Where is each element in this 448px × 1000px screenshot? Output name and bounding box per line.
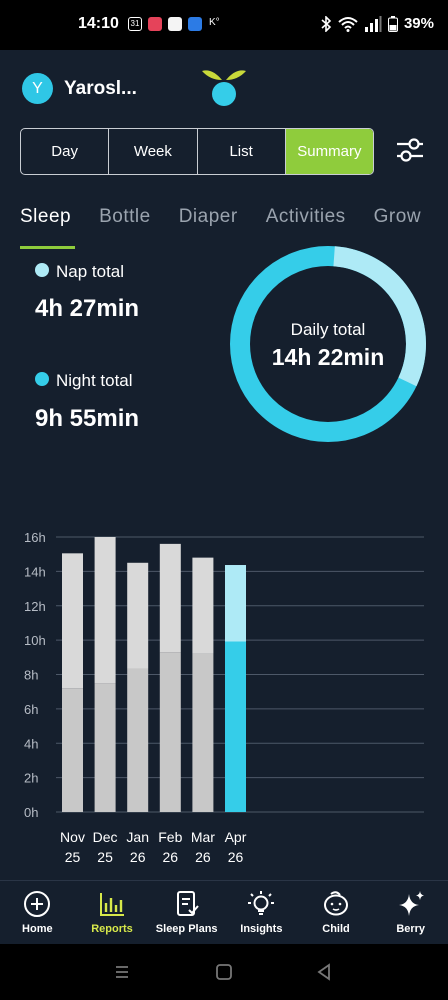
nav-home[interactable]: Home [0, 881, 75, 944]
child-avatar[interactable]: Y [22, 73, 53, 104]
y-tick-label: 4h [24, 736, 38, 751]
nav-sleep-plans[interactable]: Sleep Plans [149, 881, 224, 944]
bar-nap [127, 562, 149, 669]
bar-night [94, 683, 116, 812]
tab-bottle[interactable]: Bottle [99, 206, 151, 228]
view-summary-button[interactable]: Summary [285, 129, 373, 174]
signal-icon [364, 15, 382, 32]
y-tick-label: 14h [24, 564, 46, 579]
monthly-sleep-chart: 0h 2h 4h 6h 8h 10h 12h 14h 16h Nov 25 Dec 25 Jan 26 Feb… [24, 530, 424, 865]
nap-total-value: 4h 27min [35, 295, 140, 322]
nav-insights[interactable]: Insights [224, 881, 299, 944]
nav-berry[interactable]: Berry [373, 881, 448, 944]
bar-night [192, 653, 214, 812]
x-tick-month: Apr [225, 829, 247, 845]
x-tick-year: 25 [65, 849, 81, 865]
y-tick-label: 12h [24, 599, 46, 614]
app-notification-icon [148, 17, 162, 31]
extra-notification-icon: K° [209, 17, 220, 28]
x-tick-month: Jan [126, 829, 149, 845]
home-plus-icon [24, 891, 51, 917]
tab-diaper[interactable]: Diaper [179, 206, 238, 228]
x-tick-month: Mar [191, 829, 215, 845]
bar-night [127, 668, 149, 812]
view-week-button[interactable]: Week [109, 129, 198, 174]
bottom-navigation: Home Reports Sleep Plans Insights Child … [0, 880, 448, 944]
reports-screen: Y Yarosl... Day Week List Summary Sleep … [0, 50, 448, 880]
daily-total-value: 14h 22min [271, 344, 385, 370]
sleep-plans-icon [176, 891, 199, 916]
x-tick-year: 26 [163, 849, 179, 865]
night-total-label: Night total [56, 371, 133, 390]
y-tick-label: 6h [24, 702, 38, 717]
y-tick-label: 16h [24, 530, 46, 545]
calendar-notification-icon: 31 [128, 17, 142, 31]
bar-night [225, 641, 246, 812]
insights-bulb-icon [248, 891, 275, 915]
nav-berry-label: Berry [396, 923, 426, 935]
bar-night [62, 688, 83, 812]
nav-home-label: Home [22, 923, 53, 935]
bar-nap [192, 557, 214, 654]
y-tick-label: 2h [24, 771, 38, 786]
x-tick-month: Dec [93, 829, 118, 845]
recent-apps-icon[interactable] [114, 964, 130, 980]
category-tabs: Sleep Bottle Diaper Activities Grow [20, 206, 448, 228]
child-name[interactable]: Yarosl... [64, 78, 137, 100]
berry-sparkle-icon [398, 891, 424, 916]
bar-nap [62, 553, 83, 689]
app-notification-icon [168, 17, 182, 31]
bar-nap [225, 565, 246, 642]
view-selector: Day Week List Summary [20, 128, 374, 175]
home-system-icon[interactable] [215, 963, 233, 981]
view-list-button[interactable]: List [198, 129, 286, 174]
wifi-icon [338, 16, 358, 32]
nap-legend-dot [35, 263, 49, 277]
x-tick-year: 25 [97, 849, 113, 865]
nav-reports-label: Reports [91, 923, 133, 935]
filter-settings-icon[interactable] [394, 134, 426, 166]
tab-growth[interactable]: Grow [374, 206, 421, 228]
x-tick-year: 26 [130, 849, 146, 865]
child-face-icon [324, 891, 349, 916]
y-tick-label: 8h [24, 668, 38, 683]
status-time: 14:10 [78, 15, 119, 32]
tab-activities[interactable]: Activities [266, 206, 346, 228]
nav-insights-label: Insights [240, 923, 283, 935]
bar-nap [94, 537, 116, 684]
tab-sleep[interactable]: Sleep [20, 206, 71, 228]
y-tick-label: 10h [24, 633, 46, 648]
status-bar: 14:10 31 K° 39% [0, 0, 448, 50]
bluetooth-icon [321, 15, 332, 32]
nav-child-label: Child [322, 923, 350, 935]
view-day-button[interactable]: Day [21, 129, 110, 174]
battery-percent: 39% [403, 15, 434, 32]
x-tick-month: Nov [60, 829, 85, 845]
nav-sleep-plans-label: Sleep Plans [155, 923, 218, 935]
back-icon[interactable] [316, 963, 332, 981]
nav-reports[interactable]: Reports [75, 881, 150, 944]
battery-icon [387, 15, 398, 32]
bar-night [159, 652, 181, 812]
x-tick-year: 26 [195, 849, 211, 865]
night-legend-dot [35, 372, 49, 386]
nap-total-label: Nap total [56, 262, 125, 281]
y-tick-label: 0h [24, 805, 38, 820]
app-logo-icon [202, 70, 246, 106]
reports-chart-icon [100, 893, 124, 916]
night-total-value: 9h 55min [35, 405, 140, 432]
nav-child[interactable]: Child [299, 881, 374, 944]
x-tick-month: Feb [158, 829, 182, 845]
daily-total-label: Daily total [290, 320, 366, 339]
system-navigation-bar [0, 944, 448, 1000]
bar-nap [159, 543, 181, 653]
active-tab-indicator [20, 246, 75, 249]
key-notification-icon [188, 17, 202, 31]
x-tick-year: 26 [228, 849, 244, 865]
